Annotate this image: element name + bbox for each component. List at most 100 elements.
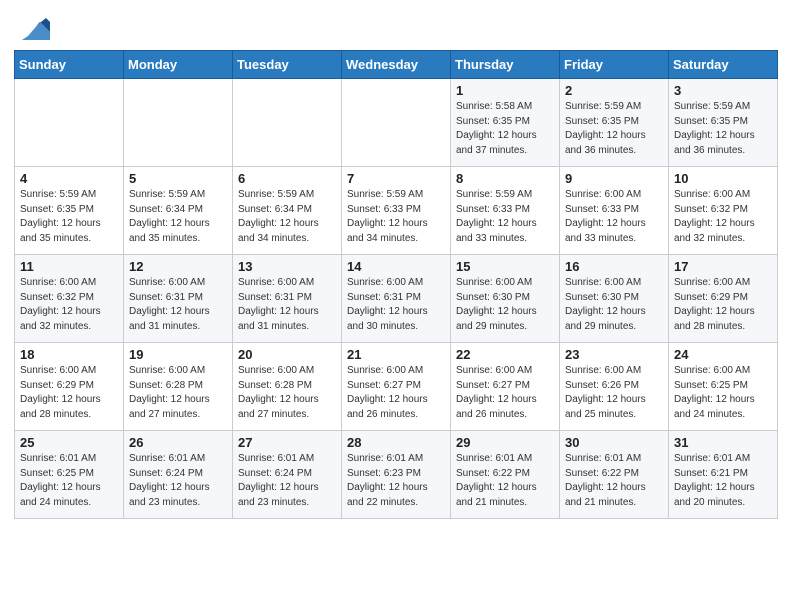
day-info: Sunrise: 6:00 AM Sunset: 6:30 PM Dayligh… bbox=[456, 276, 554, 334]
day-info: Sunrise: 6:01 AM Sunset: 6:25 PM Dayligh… bbox=[20, 452, 118, 510]
header-day-tuesday: Tuesday bbox=[233, 51, 342, 79]
page-header bbox=[0, 0, 792, 50]
day-info: Sunrise: 5:59 AM Sunset: 6:33 PM Dayligh… bbox=[347, 188, 445, 246]
calendar-header: SundayMondayTuesdayWednesdayThursdayFrid… bbox=[15, 51, 778, 79]
day-number: 16 bbox=[565, 259, 663, 274]
calendar-cell: 31Sunrise: 6:01 AM Sunset: 6:21 PM Dayli… bbox=[669, 431, 778, 519]
calendar-cell: 2 Sunrise: 5:59 AM Sunset: 6:35 PM Daylig… bbox=[560, 79, 669, 167]
calendar-cell: 17 Sunrise: 6:00 AM Sunset: 6:29 PM Dayli… bbox=[669, 255, 778, 343]
day-number: 1 bbox=[456, 83, 554, 98]
header-day-saturday: Saturday bbox=[669, 51, 778, 79]
day-info: Sunrise: 6:01 AM Sunset: 6:24 PM Dayligh… bbox=[238, 452, 336, 510]
calendar-cell: 10 Sunrise: 6:00 AM Sunset: 6:32 PM Dayli… bbox=[669, 167, 778, 255]
day-number: 11 bbox=[20, 259, 118, 274]
calendar-cell: 4 Sunrise: 5:59 AM Sunset: 6:35 PM Daylig… bbox=[15, 167, 124, 255]
day-info: Sunrise: 6:00 AM Sunset: 6:29 PM Dayligh… bbox=[20, 364, 118, 422]
calendar-cell: 23 Sunrise: 6:00 AM Sunset: 6:26 PM Dayli… bbox=[560, 343, 669, 431]
day-number: 8 bbox=[456, 171, 554, 186]
calendar-cell: 9 Sunrise: 6:00 AM Sunset: 6:33 PM Daylig… bbox=[560, 167, 669, 255]
calendar-cell bbox=[15, 79, 124, 167]
day-info: Sunrise: 6:01 AM Sunset: 6:22 PM Dayligh… bbox=[456, 452, 554, 510]
header-day-thursday: Thursday bbox=[451, 51, 560, 79]
day-number: 20 bbox=[238, 347, 336, 362]
day-info: Sunrise: 6:00 AM Sunset: 6:29 PM Dayligh… bbox=[674, 276, 772, 334]
day-number: 27 bbox=[238, 435, 336, 450]
day-number: 2 bbox=[565, 83, 663, 98]
day-number: 23 bbox=[565, 347, 663, 362]
day-info: Sunrise: 6:01 AM Sunset: 6:22 PM Dayligh… bbox=[565, 452, 663, 510]
calendar-cell: 26Sunrise: 6:01 AM Sunset: 6:24 PM Dayli… bbox=[124, 431, 233, 519]
calendar-cell: 6 Sunrise: 5:59 AM Sunset: 6:34 PM Daylig… bbox=[233, 167, 342, 255]
day-number: 6 bbox=[238, 171, 336, 186]
day-number: 29 bbox=[456, 435, 554, 450]
day-number: 12 bbox=[129, 259, 227, 274]
day-info: Sunrise: 6:00 AM Sunset: 6:32 PM Dayligh… bbox=[674, 188, 772, 246]
calendar-week-3: 11Sunrise: 6:00 AM Sunset: 6:32 PM Dayli… bbox=[15, 255, 778, 343]
day-info: Sunrise: 6:01 AM Sunset: 6:23 PM Dayligh… bbox=[347, 452, 445, 510]
calendar-cell bbox=[342, 79, 451, 167]
calendar-cell: 22Sunrise: 6:00 AM Sunset: 6:27 PM Dayli… bbox=[451, 343, 560, 431]
calendar-cell: 19 Sunrise: 6:00 AM Sunset: 6:28 PM Dayli… bbox=[124, 343, 233, 431]
day-info: Sunrise: 6:00 AM Sunset: 6:27 PM Dayligh… bbox=[347, 364, 445, 422]
day-number: 4 bbox=[20, 171, 118, 186]
day-number: 14 bbox=[347, 259, 445, 274]
calendar-cell: 29 Sunrise: 6:01 AM Sunset: 6:22 PM Dayli… bbox=[451, 431, 560, 519]
calendar-cell: 7 Sunrise: 5:59 AM Sunset: 6:33 PM Daylig… bbox=[342, 167, 451, 255]
calendar-cell: 1Sunrise: 5:58 AM Sunset: 6:35 PM Daylig… bbox=[451, 79, 560, 167]
calendar-body: 1Sunrise: 5:58 AM Sunset: 6:35 PM Daylig… bbox=[15, 79, 778, 519]
day-info: Sunrise: 6:00 AM Sunset: 6:26 PM Dayligh… bbox=[565, 364, 663, 422]
logo-icon bbox=[22, 18, 50, 40]
calendar-week-5: 25 Sunrise: 6:01 AM Sunset: 6:25 PM Dayli… bbox=[15, 431, 778, 519]
calendar-table: SundayMondayTuesdayWednesdayThursdayFrid… bbox=[14, 50, 778, 519]
day-number: 9 bbox=[565, 171, 663, 186]
calendar-week-2: 4 Sunrise: 5:59 AM Sunset: 6:35 PM Daylig… bbox=[15, 167, 778, 255]
day-info: Sunrise: 6:00 AM Sunset: 6:31 PM Dayligh… bbox=[129, 276, 227, 334]
day-number: 28 bbox=[347, 435, 445, 450]
calendar-cell: 30 Sunrise: 6:01 AM Sunset: 6:22 PM Dayli… bbox=[560, 431, 669, 519]
day-info: Sunrise: 5:59 AM Sunset: 6:35 PM Dayligh… bbox=[20, 188, 118, 246]
day-number: 3 bbox=[674, 83, 772, 98]
day-number: 10 bbox=[674, 171, 772, 186]
calendar-cell: 25 Sunrise: 6:01 AM Sunset: 6:25 PM Dayli… bbox=[15, 431, 124, 519]
calendar-cell: 28 Sunrise: 6:01 AM Sunset: 6:23 PM Dayli… bbox=[342, 431, 451, 519]
day-number: 13 bbox=[238, 259, 336, 274]
calendar-cell bbox=[233, 79, 342, 167]
calendar-cell: 15 Sunrise: 6:00 AM Sunset: 6:30 PM Dayli… bbox=[451, 255, 560, 343]
calendar-cell: 11Sunrise: 6:00 AM Sunset: 6:32 PM Dayli… bbox=[15, 255, 124, 343]
day-info: Sunrise: 5:59 AM Sunset: 6:34 PM Dayligh… bbox=[129, 188, 227, 246]
day-number: 25 bbox=[20, 435, 118, 450]
day-number: 30 bbox=[565, 435, 663, 450]
day-info: Sunrise: 5:59 AM Sunset: 6:35 PM Dayligh… bbox=[565, 100, 663, 158]
logo bbox=[20, 18, 50, 40]
header-day-wednesday: Wednesday bbox=[342, 51, 451, 79]
calendar-cell: 21 Sunrise: 6:00 AM Sunset: 6:27 PM Dayli… bbox=[342, 343, 451, 431]
day-info: Sunrise: 6:01 AM Sunset: 6:24 PM Dayligh… bbox=[129, 452, 227, 510]
day-number: 31 bbox=[674, 435, 772, 450]
day-number: 18 bbox=[20, 347, 118, 362]
day-number: 5 bbox=[129, 171, 227, 186]
day-number: 21 bbox=[347, 347, 445, 362]
day-info: Sunrise: 6:00 AM Sunset: 6:25 PM Dayligh… bbox=[674, 364, 772, 422]
calendar-cell: 27 Sunrise: 6:01 AM Sunset: 6:24 PM Dayli… bbox=[233, 431, 342, 519]
calendar-container: SundayMondayTuesdayWednesdayThursdayFrid… bbox=[0, 50, 792, 533]
header-day-sunday: Sunday bbox=[15, 51, 124, 79]
day-info: Sunrise: 6:00 AM Sunset: 6:33 PM Dayligh… bbox=[565, 188, 663, 246]
calendar-cell: 8Sunrise: 5:59 AM Sunset: 6:33 PM Daylig… bbox=[451, 167, 560, 255]
day-number: 15 bbox=[456, 259, 554, 274]
day-info: Sunrise: 6:00 AM Sunset: 6:28 PM Dayligh… bbox=[129, 364, 227, 422]
day-info: Sunrise: 5:59 AM Sunset: 6:34 PM Dayligh… bbox=[238, 188, 336, 246]
day-number: 24 bbox=[674, 347, 772, 362]
calendar-cell: 13Sunrise: 6:00 AM Sunset: 6:31 PM Dayli… bbox=[233, 255, 342, 343]
calendar-cell: 24 Sunrise: 6:00 AM Sunset: 6:25 PM Dayli… bbox=[669, 343, 778, 431]
day-number: 7 bbox=[347, 171, 445, 186]
calendar-cell: 3Sunrise: 5:59 AM Sunset: 6:35 PM Daylig… bbox=[669, 79, 778, 167]
calendar-cell: 18 Sunrise: 6:00 AM Sunset: 6:29 PM Dayli… bbox=[15, 343, 124, 431]
calendar-cell bbox=[124, 79, 233, 167]
day-number: 17 bbox=[674, 259, 772, 274]
calendar-cell: 12 Sunrise: 6:00 AM Sunset: 6:31 PM Dayli… bbox=[124, 255, 233, 343]
calendar-cell: 14Sunrise: 6:00 AM Sunset: 6:31 PM Dayli… bbox=[342, 255, 451, 343]
calendar-week-4: 18 Sunrise: 6:00 AM Sunset: 6:29 PM Dayli… bbox=[15, 343, 778, 431]
day-number: 19 bbox=[129, 347, 227, 362]
calendar-cell: 16Sunrise: 6:00 AM Sunset: 6:30 PM Dayli… bbox=[560, 255, 669, 343]
header-day-friday: Friday bbox=[560, 51, 669, 79]
